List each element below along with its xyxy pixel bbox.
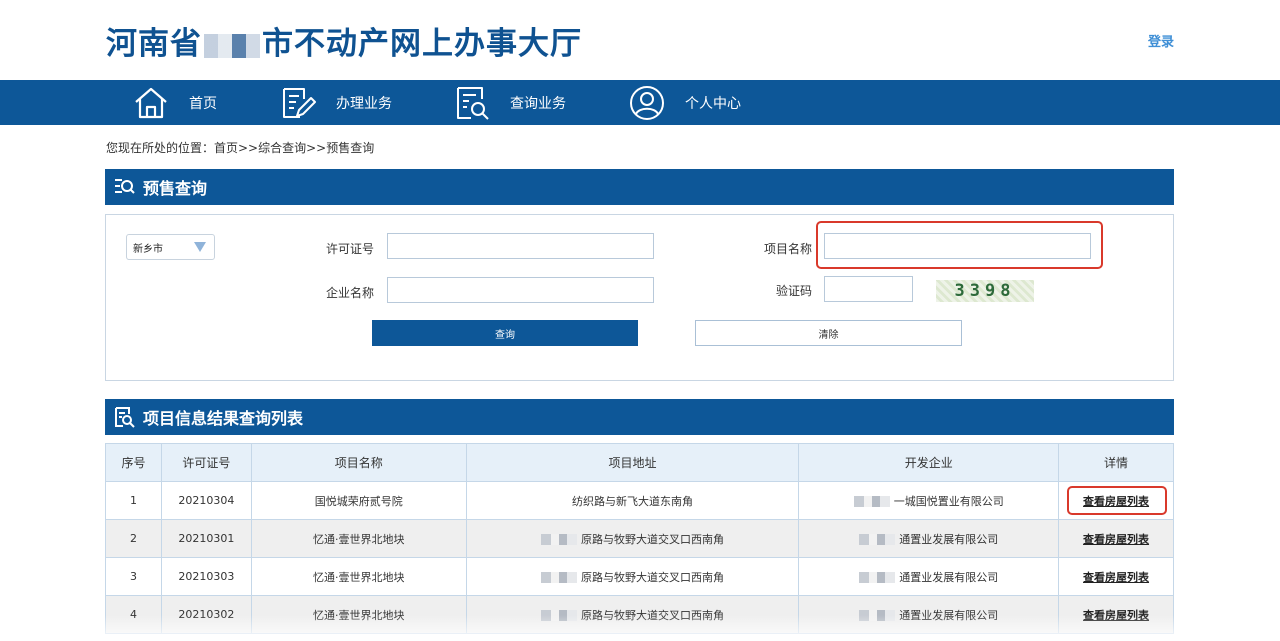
- login-link[interactable]: 登录: [1148, 31, 1174, 50]
- nav-item-home-label: 首页: [189, 95, 217, 112]
- company-name-input[interactable]: [387, 277, 654, 303]
- table-row: 1 20210304 国悦城荣府贰号院 纺织路与新飞大道东南角 一城国悦置业有限…: [105, 481, 1174, 520]
- row-index: 3: [105, 557, 162, 596]
- row-detail: 查看房屋列表: [1058, 595, 1174, 634]
- row-developer-text: 通置业发展有限公司: [899, 532, 999, 546]
- edit-document-icon: [283, 87, 316, 118]
- row-address-text: 原路与牧野大道交叉口西南角: [580, 532, 724, 546]
- nav-item-home[interactable]: 首页: [133, 80, 217, 125]
- row-detail: 查看房屋列表: [1058, 519, 1174, 558]
- row-project-name: 忆通·壹世界北地块: [250, 557, 467, 596]
- site-title: 河南省 市不动产网上办事大厅: [106, 18, 582, 63]
- row-project-name: 国悦城荣府贰号院: [250, 481, 467, 520]
- row-address: 原路与牧野大道交叉口西南角: [465, 519, 800, 558]
- presale-section-header: 预售查询: [105, 169, 1174, 205]
- search-document-icon: [457, 86, 489, 120]
- view-house-list-link[interactable]: 查看房屋列表: [1083, 533, 1149, 546]
- city-select[interactable]: 新乡市: [126, 234, 215, 260]
- redacted-mosaic: [859, 572, 896, 583]
- table-row: 2 20210301 忆通·壹世界北地块 原路与牧野大道交叉口西南角 通置业发展…: [105, 519, 1174, 558]
- col-permit-header: 许可证号: [160, 443, 252, 482]
- search-document-icon: [115, 407, 135, 428]
- view-house-list-link[interactable]: 查看房屋列表: [1083, 609, 1149, 622]
- row-developer: 通置业发展有限公司: [798, 557, 1060, 596]
- nav-item-personal-center[interactable]: 个人中心: [629, 80, 741, 125]
- row-detail: 查看房屋列表: [1058, 481, 1174, 520]
- results-header-row: 序号 许可证号 项目名称 项目地址 开发企业 详情: [105, 443, 1174, 482]
- row-project-name: 忆通·壹世界北地块: [250, 595, 467, 634]
- col-address-header: 项目地址: [465, 443, 800, 482]
- nav-item-personal-label: 个人中心: [685, 95, 741, 112]
- table-row: 4 20210302 忆通·壹世界北地块 原路与牧野大道交叉口西南角 通置业发展…: [105, 595, 1174, 634]
- main-nav: 首页 办理业务 查询业务 个人中心: [0, 80, 1280, 125]
- redacted-mosaic: [540, 572, 577, 583]
- results-section-title: 项目信息结果查询列表: [143, 409, 304, 428]
- nav-item-apply-label: 办理业务: [336, 95, 392, 112]
- redacted-city-mosaic: [204, 33, 260, 58]
- row-developer: 通置业发展有限公司: [798, 595, 1060, 634]
- nav-item-query-label: 查询业务: [510, 95, 566, 112]
- captcha-image[interactable]: 3398: [936, 280, 1034, 302]
- dropdown-arrow-icon: [194, 242, 206, 252]
- breadcrumb: 您现在所处的位置：首页>>综合查询>>预售查询: [106, 141, 375, 155]
- col-developer-header: 开发企业: [798, 443, 1060, 482]
- table-row: 3 20210303 忆通·壹世界北地块 原路与牧野大道交叉口西南角 通置业发展…: [105, 557, 1174, 596]
- row-address: 原路与牧野大道交叉口西南角: [465, 557, 800, 596]
- permit-input[interactable]: [387, 233, 654, 259]
- project-name-label: 项目名称: [763, 242, 812, 256]
- col-detail-header: 详情: [1058, 443, 1174, 482]
- search-list-icon: [115, 179, 135, 194]
- row-developer-text: 一城国悦置业有限公司: [893, 494, 1004, 508]
- home-icon: [135, 87, 167, 118]
- row-permit: 20210301: [160, 519, 252, 558]
- company-name-label: 企业名称: [325, 286, 374, 300]
- row-permit: 20210304: [160, 481, 252, 520]
- presale-query-form: 新乡市 许可证号 项目名称 企业名称 验证码 3398 查询 清除: [105, 214, 1174, 381]
- row-developer-text: 通置业发展有限公司: [899, 570, 999, 584]
- view-house-list-link[interactable]: 查看房屋列表: [1083, 571, 1149, 584]
- redacted-mosaic: [540, 610, 577, 621]
- nav-item-apply[interactable]: 办理业务: [280, 80, 392, 125]
- row-permit: 20210303: [160, 557, 252, 596]
- redacted-mosaic: [540, 534, 577, 545]
- user-icon: [630, 85, 664, 120]
- row-address-text: 原路与牧野大道交叉口西南角: [580, 570, 724, 584]
- permit-label: 许可证号: [325, 242, 374, 256]
- row-project-name: 忆通·壹世界北地块: [250, 519, 467, 558]
- clear-button[interactable]: 清除: [695, 320, 962, 346]
- row-index: 2: [105, 519, 162, 558]
- row-developer-text: 通置业发展有限公司: [899, 608, 999, 622]
- row-permit: 20210302: [160, 595, 252, 634]
- captcha-text: 3398: [954, 281, 1016, 301]
- results-table: 序号 许可证号 项目名称 项目地址 开发企业 详情 1 20210304 国悦城…: [105, 443, 1174, 634]
- row-address-text: 原路与牧野大道交叉口西南角: [580, 608, 724, 622]
- site-header: 河南省 市不动产网上办事大厅 登录: [0, 0, 1280, 80]
- row-address: 原路与牧野大道交叉口西南角: [465, 595, 800, 634]
- nav-item-query[interactable]: 查询业务: [454, 80, 566, 125]
- results-section-header: 项目信息结果查询列表: [105, 399, 1174, 435]
- row-detail: 查看房屋列表: [1058, 557, 1174, 596]
- row-developer: 一城国悦置业有限公司: [798, 481, 1060, 520]
- row-index: 4: [105, 595, 162, 634]
- query-button[interactable]: 查询: [372, 320, 638, 346]
- redacted-mosaic: [853, 496, 890, 507]
- city-select-value: 新乡市: [133, 243, 163, 255]
- row-developer: 通置业发展有限公司: [798, 519, 1060, 558]
- redacted-mosaic: [859, 534, 896, 545]
- view-house-list-link[interactable]: 查看房屋列表: [1083, 495, 1149, 508]
- col-name-header: 项目名称: [250, 443, 467, 482]
- captcha-label: 验证码: [775, 284, 812, 298]
- presale-section-title: 预售查询: [143, 179, 208, 198]
- row-address: 纺织路与新飞大道东南角: [465, 481, 800, 520]
- captcha-input[interactable]: [824, 276, 913, 302]
- row-index: 1: [105, 481, 162, 520]
- site-title-suffix: 市不动产网上办事大厅: [262, 26, 582, 62]
- site-title-prefix: 河南省: [106, 26, 202, 62]
- col-index-header: 序号: [105, 443, 162, 482]
- project-name-input[interactable]: [824, 233, 1091, 259]
- redacted-mosaic: [859, 610, 896, 621]
